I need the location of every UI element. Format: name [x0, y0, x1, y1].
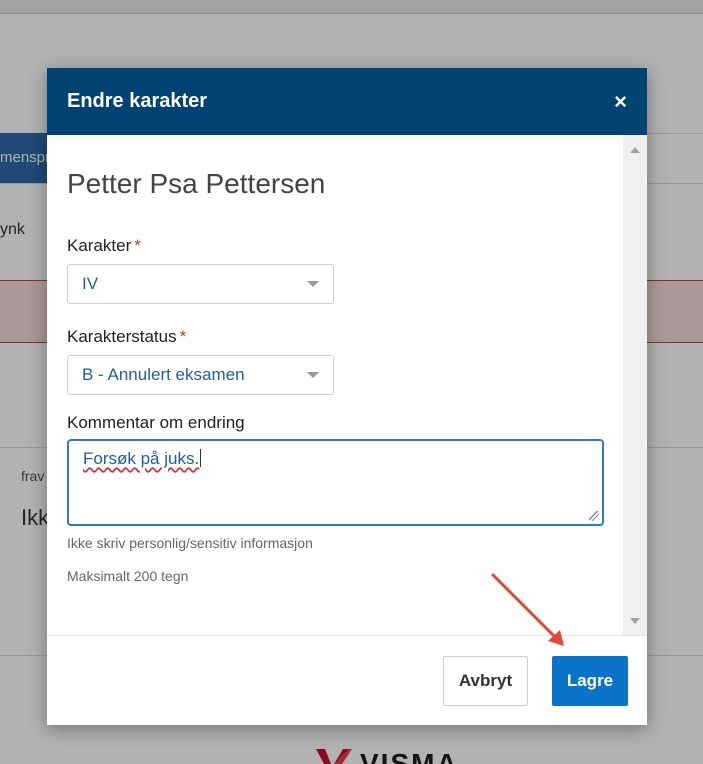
grade-status-select-value: B - Annulert eksamen [82, 365, 245, 384]
chevron-down-icon [307, 372, 319, 378]
grade-status-label-text: Karakterstatus [67, 327, 177, 346]
privacy-hint: Ikke skriv personlig/sensitiv informasjo… [67, 535, 313, 551]
dialog-body: Petter Psa Pettersen Karakter * IV Karakt… [47, 135, 647, 636]
required-mark: * [134, 236, 141, 255]
comment-textarea[interactable]: Forsøk på juks. [67, 439, 604, 526]
grade-status-label: Karakterstatus * [67, 327, 627, 347]
grade-select[interactable]: IV [67, 264, 334, 304]
student-name: Petter Psa Pettersen [67, 168, 326, 199]
dialog-header: Endre karakter × [47, 68, 647, 135]
cancel-button[interactable]: Avbryt [443, 655, 528, 706]
resize-handle-icon[interactable] [589, 511, 599, 521]
edit-grade-dialog: Endre karakter × Petter Psa Pettersen Ka… [47, 68, 647, 725]
grade-select-value: IV [82, 274, 99, 293]
save-button[interactable]: Lagre [552, 655, 628, 706]
required-mark: * [179, 327, 187, 346]
close-icon[interactable]: × [614, 90, 627, 113]
dialog-title: Endre karakter [67, 90, 208, 112]
grade-label: Karakter * [67, 236, 627, 256]
comment-text: Forsøk på juks. [83, 449, 200, 468]
dialog-scrollbar[interactable] [623, 135, 647, 635]
max-length-hint: Maksimalt 200 tegn [67, 568, 189, 584]
scroll-up-icon[interactable] [630, 147, 640, 153]
chevron-down-icon [307, 281, 319, 287]
grade-label-text: Karakter [67, 236, 132, 255]
comment-label: Kommentar om endring [67, 413, 245, 432]
dialog-footer: Avbryt Lagre [47, 636, 647, 725]
scroll-down-icon[interactable] [630, 618, 640, 624]
text-caret [200, 449, 202, 467]
grade-status-select[interactable]: B - Annulert eksamen [67, 355, 334, 395]
